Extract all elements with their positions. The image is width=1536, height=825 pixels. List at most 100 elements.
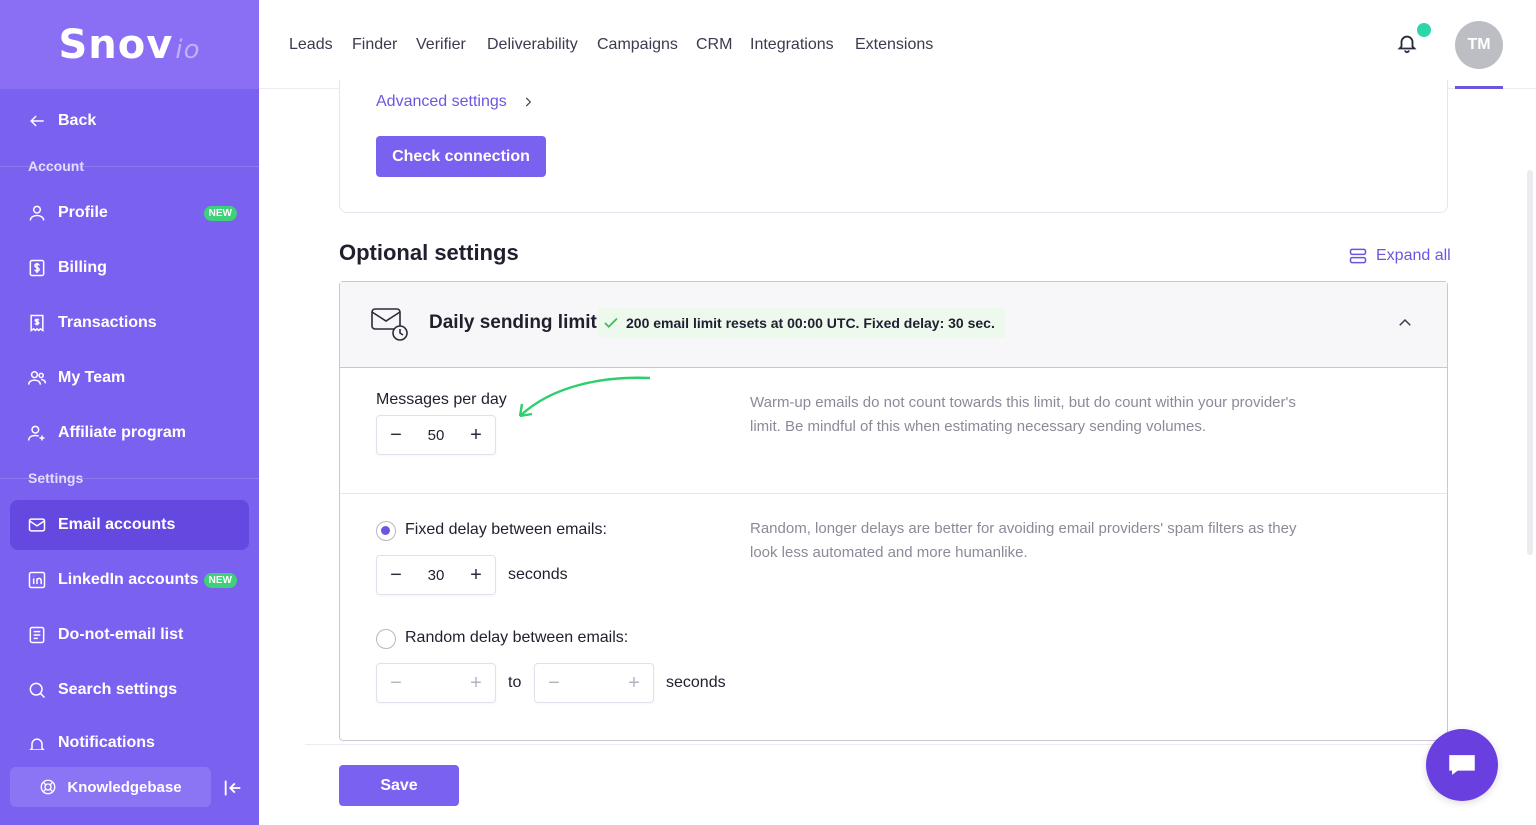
sidebar-item-affiliate-program[interactable]: Affiliate program bbox=[10, 408, 249, 458]
increment-button[interactable]: + bbox=[457, 556, 495, 594]
list-icon bbox=[26, 624, 48, 646]
nav-verifier[interactable]: Verifier bbox=[416, 36, 466, 54]
sidebar-item-my-team[interactable]: My Team bbox=[10, 353, 249, 403]
decrement-button[interactable]: − bbox=[535, 664, 573, 702]
messages-per-day-value[interactable]: 50 bbox=[415, 427, 457, 444]
expand-all-button[interactable]: Expand all bbox=[1348, 246, 1451, 266]
messages-per-day-label: Messages per day bbox=[376, 391, 507, 408]
chat-button[interactable] bbox=[1426, 729, 1498, 801]
sidebar-item-label: Billing bbox=[58, 259, 107, 276]
fixed-delay-value[interactable]: 30 bbox=[415, 567, 457, 584]
advanced-settings-link[interactable]: Advanced settings bbox=[376, 93, 535, 111]
decrement-button[interactable]: − bbox=[377, 556, 415, 594]
chevron-up-icon[interactable] bbox=[1396, 314, 1414, 332]
nav-crm[interactable]: CRM bbox=[696, 36, 732, 54]
fixed-delay-stepper: − 30 + bbox=[376, 555, 496, 595]
bell-icon bbox=[26, 734, 48, 750]
avatar[interactable]: TM bbox=[1455, 21, 1503, 69]
logo-suffix: io bbox=[175, 34, 201, 65]
back-label: Back bbox=[58, 112, 97, 129]
section-account: Account bbox=[28, 158, 84, 174]
logo-area: Snovio bbox=[0, 0, 259, 89]
check-icon bbox=[604, 317, 618, 329]
decrement-button[interactable]: − bbox=[377, 416, 415, 454]
random-delay-min-stepper: − + bbox=[376, 663, 496, 703]
receipt-icon bbox=[26, 312, 48, 334]
limit-status-badge: 200 email limit resets at 00:00 UTC. Fix… bbox=[598, 308, 1005, 338]
sidebar-item-linkedin-accounts[interactable]: LinkedIn accounts NEW bbox=[10, 555, 249, 605]
sidebar-item-profile[interactable]: Profile NEW bbox=[10, 188, 249, 238]
random-delay-max-stepper: − + bbox=[534, 663, 654, 703]
sidebar-item-label: Notifications bbox=[58, 734, 155, 750]
annotation-arrow bbox=[512, 372, 654, 424]
divider bbox=[305, 744, 1448, 745]
sidebar-item-do-not-email-list[interactable]: Do-not-email list bbox=[10, 610, 249, 660]
avatar-active-indicator bbox=[1455, 86, 1503, 89]
notification-dot bbox=[1417, 23, 1431, 37]
increment-button[interactable]: + bbox=[615, 664, 653, 702]
knowledgebase-button[interactable]: Knowledgebase bbox=[10, 767, 211, 807]
mail-icon bbox=[26, 514, 48, 536]
team-icon bbox=[26, 367, 48, 389]
chevron-right-icon bbox=[525, 97, 531, 107]
nav-extensions[interactable]: Extensions bbox=[855, 36, 933, 54]
linkedin-icon bbox=[26, 569, 48, 591]
lifebuoy-icon bbox=[40, 779, 56, 795]
delay-help-text: Random, longer delays are better for avo… bbox=[750, 520, 1297, 561]
collapse-sidebar-icon[interactable] bbox=[222, 777, 244, 799]
advanced-settings-label: Advanced settings bbox=[376, 93, 507, 110]
search-icon bbox=[26, 679, 48, 701]
nav-finder[interactable]: Finder bbox=[352, 36, 397, 54]
user-icon bbox=[26, 202, 48, 224]
fixed-delay-radio[interactable] bbox=[376, 521, 396, 541]
sidebar-item-label: Profile bbox=[58, 204, 108, 221]
decrement-button[interactable]: − bbox=[377, 664, 415, 702]
seconds-label: seconds bbox=[666, 674, 726, 691]
nav-campaigns[interactable]: Campaigns bbox=[597, 36, 678, 54]
sidebar-item-notifications[interactable]: Notifications bbox=[10, 720, 249, 750]
messages-help-text: Warm-up emails do not count towards this… bbox=[750, 394, 1296, 435]
sidebar-item-label: Transactions bbox=[58, 314, 157, 331]
increment-button[interactable]: + bbox=[457, 664, 495, 702]
sidebar-item-billing[interactable]: Billing bbox=[10, 243, 249, 293]
to-label: to bbox=[508, 674, 522, 691]
sidebar: Snovio Back Account Profile NEW Billing … bbox=[0, 0, 259, 825]
random-delay-radio[interactable] bbox=[376, 629, 396, 649]
knowledgebase-label: Knowledgebase bbox=[67, 778, 182, 796]
panel-header[interactable]: Daily sending limit 200 email limit rese… bbox=[340, 282, 1447, 368]
sidebar-item-transactions[interactable]: Transactions bbox=[10, 298, 249, 348]
sidebar-item-search-settings[interactable]: Search settings bbox=[10, 665, 249, 715]
check-connection-button[interactable]: Check connection bbox=[376, 136, 546, 177]
expand-all-label: Expand all bbox=[1376, 247, 1451, 264]
chat-icon bbox=[1449, 755, 1475, 775]
scrollbar[interactable] bbox=[1527, 170, 1533, 555]
increment-button[interactable]: + bbox=[457, 416, 495, 454]
sidebar-item-email-accounts[interactable]: Email accounts bbox=[10, 500, 249, 550]
random-delay-label: Random delay between emails: bbox=[405, 629, 629, 646]
save-button[interactable]: Save bbox=[339, 765, 459, 806]
new-badge: NEW bbox=[203, 572, 237, 588]
mail-clock-icon bbox=[370, 304, 410, 344]
new-badge: NEW bbox=[203, 205, 237, 221]
fixed-delay-label: Fixed delay between emails: bbox=[405, 521, 607, 538]
back-button[interactable]: Back bbox=[10, 96, 249, 146]
seconds-label: seconds bbox=[508, 566, 568, 583]
arrow-left-icon bbox=[26, 110, 48, 132]
user-plus-icon bbox=[26, 422, 48, 444]
divider bbox=[340, 493, 1447, 494]
panel-title: Daily sending limit bbox=[429, 312, 597, 333]
logo-text: Snov bbox=[58, 21, 174, 68]
logo[interactable]: Snovio bbox=[59, 22, 201, 68]
limit-status-text: 200 email limit resets at 00:00 UTC. Fix… bbox=[626, 315, 995, 331]
section-settings: Settings bbox=[28, 470, 84, 486]
optional-settings-title: Optional settings bbox=[339, 240, 519, 265]
dollar-icon bbox=[26, 257, 48, 279]
nav-integrations[interactable]: Integrations bbox=[750, 36, 834, 54]
sidebar-item-label: LinkedIn accounts bbox=[58, 571, 199, 588]
avatar-initials: TM bbox=[1467, 36, 1491, 53]
nav-leads[interactable]: Leads bbox=[289, 36, 333, 54]
messages-per-day-stepper: − 50 + bbox=[376, 415, 496, 455]
notifications-bell-icon[interactable] bbox=[1396, 32, 1420, 56]
sidebar-item-label: Affiliate program bbox=[58, 424, 187, 441]
nav-deliverability[interactable]: Deliverability bbox=[487, 36, 578, 54]
